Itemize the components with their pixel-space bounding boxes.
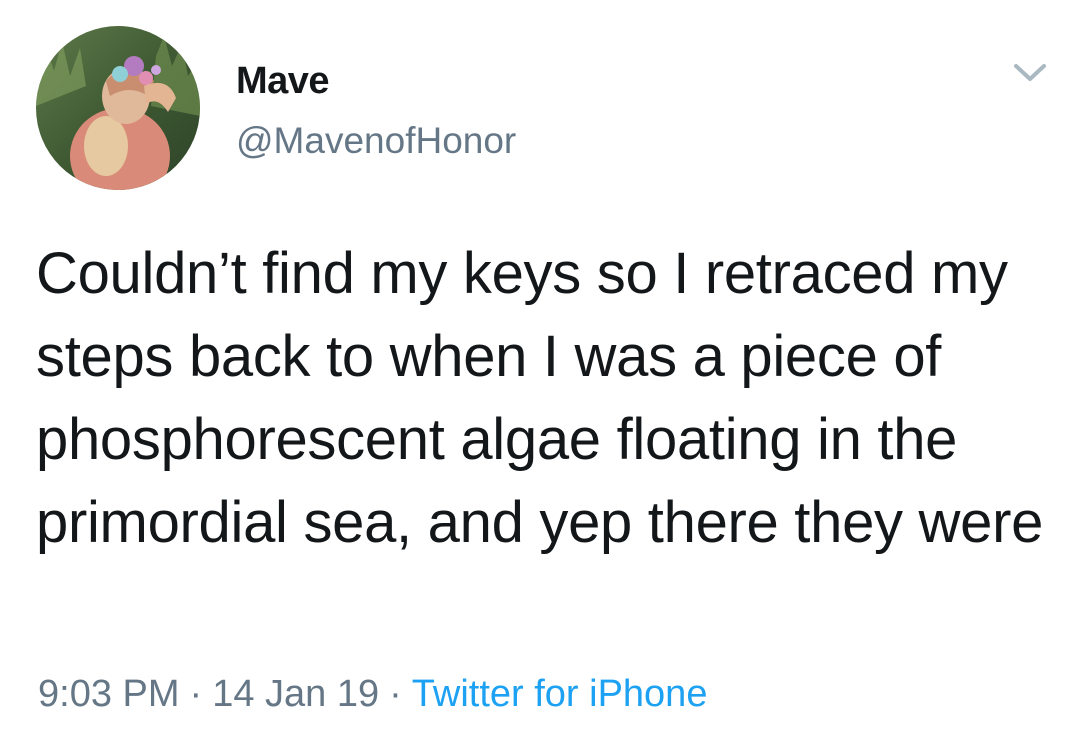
separator-dot: · — [389, 673, 402, 715]
author-avatar[interactable] — [36, 26, 200, 190]
tweet-source-link[interactable]: Twitter for iPhone — [412, 673, 708, 715]
tweet-card: Mave @MavenofHonor Couldn’t find my keys… — [0, 0, 1080, 732]
tweet-date[interactable]: 14 Jan 19 — [212, 673, 379, 715]
tweet-menu-button[interactable] — [1010, 58, 1050, 86]
tweet-text: Couldn’t find my keys so I retraced my s… — [36, 241, 1044, 555]
tweet-metadata: 9:03 PM · 14 Jan 19 · Twitter for iPhone — [38, 670, 707, 718]
tweet-time[interactable]: 9:03 PM — [38, 673, 180, 715]
avatar-photo-icon — [36, 26, 200, 190]
author-handle[interactable]: @MavenofHonor — [236, 118, 516, 164]
separator-dot: · — [189, 673, 203, 715]
author-name[interactable]: Mave — [236, 58, 330, 104]
chevron-down-icon — [1014, 64, 1046, 81]
